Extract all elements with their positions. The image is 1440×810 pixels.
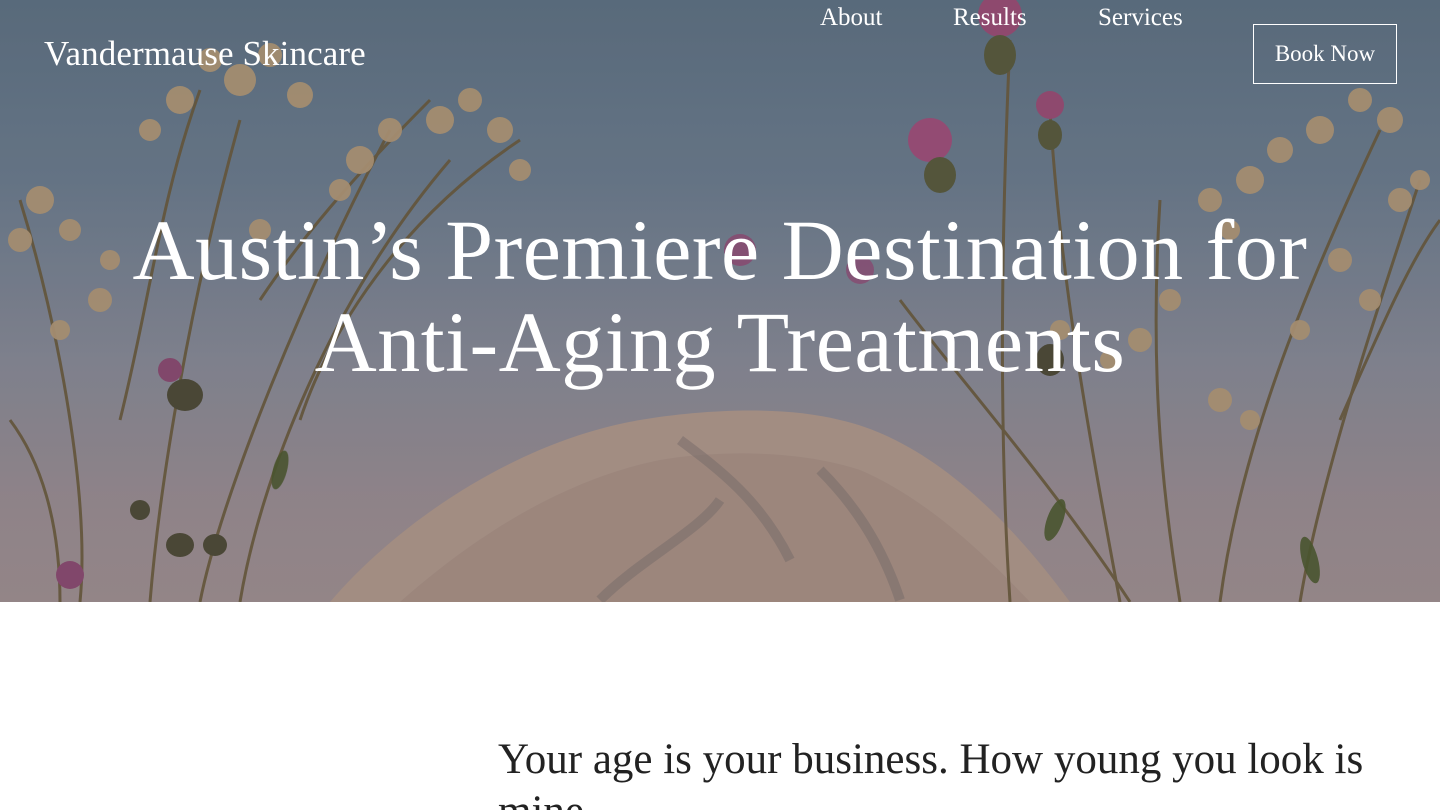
intro-tagline: Your age is your business. How young you… (498, 736, 1364, 810)
book-now-button[interactable]: Book Now (1253, 24, 1397, 84)
nav-services-link[interactable]: Services (1098, 0, 1183, 36)
hero-headline: Austin’s Premiere Destination for Anti-A… (132, 202, 1308, 390)
brand-logo[interactable]: Vandermause Skincare (44, 32, 366, 76)
nav-about-link[interactable]: About (820, 0, 883, 36)
nav-results-link[interactable]: Results (953, 0, 1027, 36)
